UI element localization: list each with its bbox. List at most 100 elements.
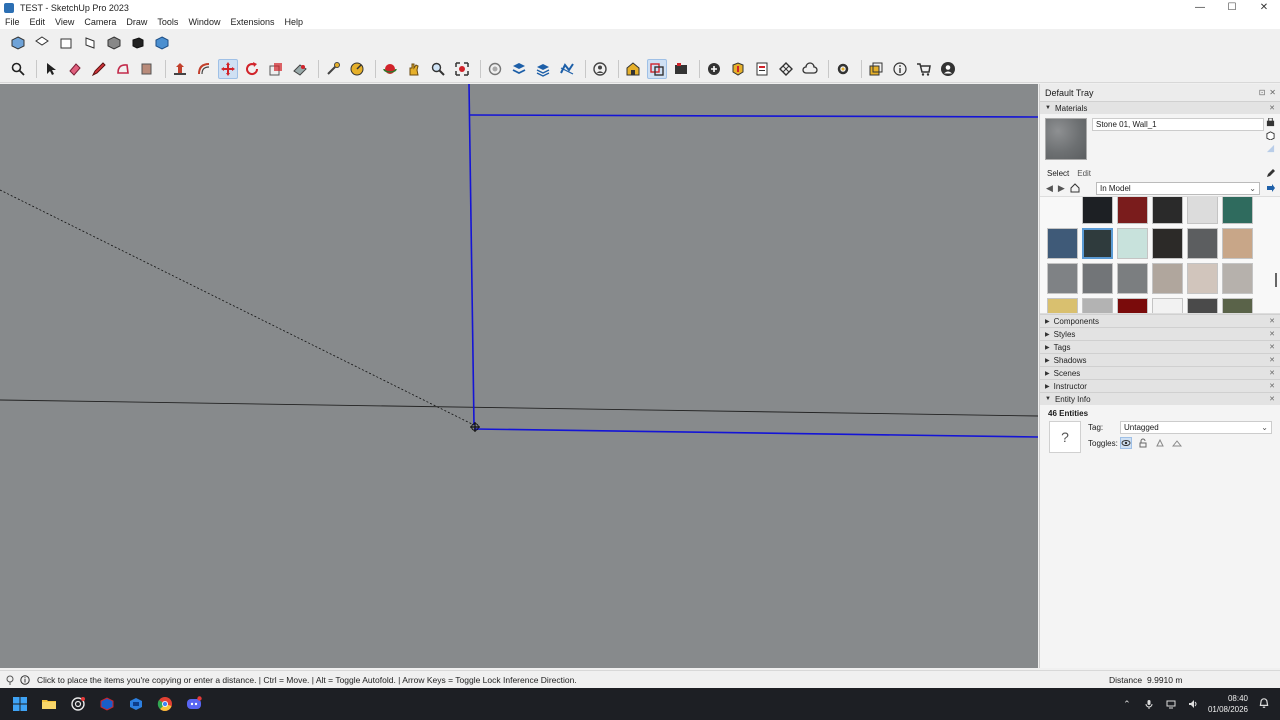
sketchup-layout-icon[interactable] — [127, 695, 145, 713]
help-info-icon[interactable] — [20, 674, 30, 685]
material-swatch[interactable] — [1082, 263, 1113, 294]
home-icon[interactable] — [1070, 183, 1080, 193]
chevron-up-icon[interactable]: ⌃ — [1120, 697, 1134, 711]
search-icon[interactable] — [8, 59, 28, 79]
lock-icon[interactable] — [1137, 437, 1149, 449]
material-swatch[interactable] — [1152, 228, 1183, 259]
modeling-viewport[interactable] — [0, 84, 1038, 668]
geo-location-icon[interactable] — [5, 675, 15, 685]
measurements-value[interactable]: 9.9910 m — [1147, 675, 1182, 685]
material-swatch[interactable] — [1152, 263, 1183, 294]
zoom-extents-icon[interactable] — [452, 59, 472, 79]
discord-icon[interactable] — [185, 695, 203, 713]
tape-measure-icon[interactable] — [323, 59, 343, 79]
pencil-icon[interactable] — [89, 59, 109, 79]
material-swatch[interactable] — [1047, 228, 1078, 259]
shape-icon[interactable] — [113, 59, 133, 79]
tab-select[interactable]: Select — [1047, 169, 1069, 178]
material-swatch[interactable] — [1222, 263, 1253, 294]
forward-arrow-icon[interactable]: ▶ — [1058, 183, 1065, 194]
material-swatch[interactable] — [1187, 298, 1218, 313]
tags-panel-header[interactable]: ▶ Tags ✕ — [1040, 340, 1280, 353]
material-swatch[interactable] — [1187, 263, 1218, 294]
instructor-panel-header[interactable]: ▶ Instructor ✕ — [1040, 379, 1280, 392]
menu-window[interactable]: Window — [183, 17, 225, 27]
section-icon[interactable] — [485, 59, 505, 79]
cloud-icon[interactable] — [800, 59, 820, 79]
account-icon[interactable] — [938, 59, 958, 79]
tray-pin-icon[interactable]: ⊡ — [1259, 88, 1266, 97]
move-icon[interactable] — [218, 59, 238, 79]
scenes-panel-header[interactable]: ▶ Scenes ✕ — [1040, 366, 1280, 379]
left-view-icon[interactable] — [128, 33, 148, 53]
material-swatch[interactable] — [1082, 197, 1113, 224]
materials-scrollbar[interactable] — [1275, 201, 1278, 311]
orbit-icon[interactable] — [380, 59, 400, 79]
eraser-icon[interactable] — [65, 59, 85, 79]
menu-camera[interactable]: Camera — [79, 17, 121, 27]
tray-close-icon[interactable]: ✕ — [1269, 88, 1276, 97]
display-secondary-icon[interactable] — [1266, 117, 1275, 127]
protractor-icon[interactable] — [347, 59, 367, 79]
microphone-icon[interactable] — [1142, 697, 1156, 711]
details-arrow-icon[interactable] — [1266, 183, 1276, 193]
sample-paint-icon[interactable] — [1266, 168, 1276, 178]
pan-icon[interactable] — [404, 59, 424, 79]
layers-icon[interactable] — [509, 59, 529, 79]
notification-bell-icon[interactable] — [1258, 697, 1272, 711]
display-icon[interactable] — [1164, 697, 1178, 711]
menu-extensions[interactable]: Extensions — [225, 17, 279, 27]
material-swatch[interactable] — [1082, 298, 1113, 313]
add-location-icon[interactable] — [704, 59, 724, 79]
report-icon[interactable] — [752, 59, 772, 79]
material-swatch[interactable] — [1047, 298, 1078, 313]
visibility-eye-icon[interactable] — [1120, 437, 1132, 449]
iso-view-icon[interactable] — [8, 33, 28, 53]
default-material-icon[interactable] — [1266, 144, 1275, 153]
receive-shadows-icon[interactable] — [1171, 437, 1183, 449]
entity-info-panel-header[interactable]: ▼ Entity Info ✕ — [1040, 392, 1280, 405]
material-swatch[interactable] — [1047, 263, 1078, 294]
taskbar-clock[interactable]: 08:40 01/08/2026 — [1208, 693, 1248, 715]
material-swatch[interactable] — [1117, 263, 1148, 294]
texture-icon[interactable] — [776, 59, 796, 79]
push-pull-icon[interactable] — [170, 59, 190, 79]
follow-me-icon[interactable] — [290, 59, 310, 79]
offset-icon[interactable] — [194, 59, 214, 79]
material-swatch[interactable] — [1082, 228, 1113, 259]
material-swatch[interactable] — [1187, 228, 1218, 259]
components-panel-header[interactable]: ▶ Components ✕ — [1040, 314, 1280, 327]
styles-panel-header[interactable]: ▶ Styles ✕ — [1040, 327, 1280, 340]
menu-file[interactable]: File — [0, 17, 25, 27]
user-icon[interactable] — [590, 59, 610, 79]
warehouse-icon[interactable] — [623, 59, 643, 79]
material-swatch[interactable] — [1187, 197, 1218, 224]
menu-tools[interactable]: Tools — [152, 17, 183, 27]
paint-bucket-icon[interactable] — [137, 59, 157, 79]
material-swatch[interactable] — [1222, 298, 1253, 313]
collection-dropdown[interactable]: In Model ⌄ — [1096, 182, 1260, 195]
windows-start-icon[interactable] — [11, 695, 29, 713]
materials-panel-header[interactable]: ▼ Materials ✕ — [1040, 101, 1280, 114]
material-swatch[interactable] — [1117, 228, 1148, 259]
menu-view[interactable]: View — [50, 17, 79, 27]
rotate-icon[interactable] — [242, 59, 262, 79]
current-material-swatch[interactable] — [1045, 118, 1087, 160]
minimize-button[interactable]: — — [1184, 0, 1216, 15]
solid-tools-icon[interactable] — [647, 59, 667, 79]
material-swatch[interactable] — [1152, 298, 1183, 313]
tab-edit[interactable]: Edit — [1077, 169, 1091, 178]
create-material-icon[interactable] — [1265, 131, 1275, 141]
tag-dropdown[interactable]: Untagged ⌄ — [1120, 421, 1272, 434]
back-view-icon[interactable] — [104, 33, 124, 53]
material-swatch[interactable] — [1117, 197, 1148, 224]
zoom-icon[interactable] — [428, 59, 448, 79]
cart-icon[interactable] — [914, 59, 934, 79]
shadows-panel-header[interactable]: ▶ Shadows ✕ — [1040, 353, 1280, 366]
maximize-button[interactable]: ☐ — [1216, 0, 1248, 15]
material-swatch[interactable] — [1222, 228, 1253, 259]
menu-help[interactable]: Help — [279, 17, 308, 27]
scale-icon[interactable] — [266, 59, 286, 79]
sandbox-icon[interactable] — [557, 59, 577, 79]
material-swatch[interactable] — [1117, 298, 1148, 313]
